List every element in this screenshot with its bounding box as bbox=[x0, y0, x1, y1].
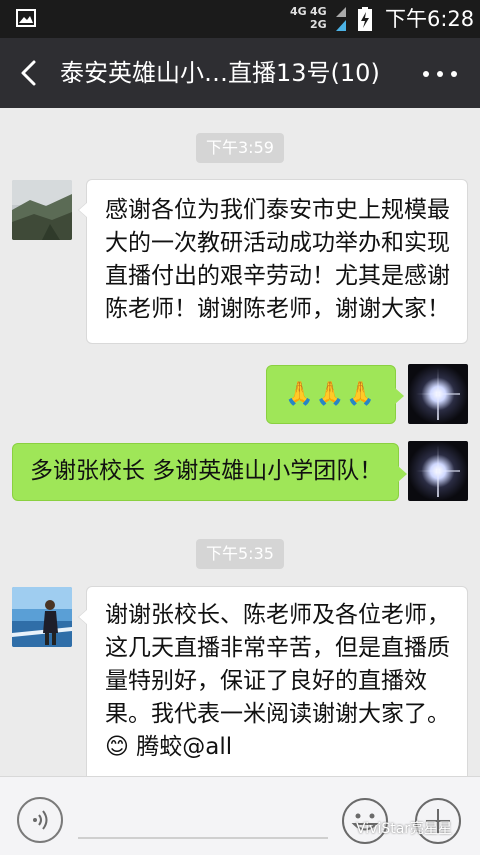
seaside-person-avatar bbox=[12, 587, 72, 647]
network-label-4g: 4G bbox=[290, 5, 307, 18]
light-burst-avatar bbox=[408, 441, 468, 501]
network-label-4g-second: 4G bbox=[310, 5, 327, 18]
avatar[interactable] bbox=[408, 441, 468, 501]
timestamp-badge: 下午5:35 bbox=[196, 539, 284, 569]
message-input[interactable] bbox=[78, 837, 328, 839]
message-text: 感谢各位为我们泰安市史上规模最 大的一次教研活动成功举办和实现 直播付出的艰辛劳… bbox=[105, 197, 450, 322]
avatar[interactable] bbox=[12, 180, 72, 240]
chat-title[interactable]: 泰安英雄山小…直播13号(10) bbox=[60, 57, 380, 89]
timestamp-text: 下午3:59 bbox=[206, 138, 274, 157]
voice-input-button[interactable] bbox=[17, 797, 63, 843]
status-bar: 4G 4G 2G 下午6:28 bbox=[0, 0, 480, 38]
more-dots-icon bbox=[423, 71, 457, 77]
avatar[interactable] bbox=[12, 587, 72, 647]
more-options-button[interactable] bbox=[418, 60, 462, 88]
sent-message-bubble[interactable]: 多谢张校长 多谢英雄山小学团队！ bbox=[12, 443, 407, 501]
timestamp-badge: 下午3:59 bbox=[196, 133, 284, 163]
chat-message-list[interactable]: 下午3:59 感谢各位为我们泰安市史上规模最 大的一次教研活动成功举办和实现 直… bbox=[0, 108, 480, 782]
network-indicator: 4G 4G 2G bbox=[290, 5, 350, 33]
voice-icon bbox=[33, 810, 48, 830]
light-burst-avatar bbox=[408, 364, 468, 424]
watermark: ViviStar亮星星 bbox=[356, 821, 453, 837]
mountain-photo-avatar bbox=[12, 180, 72, 240]
back-button[interactable] bbox=[12, 55, 48, 91]
message-text: 谢谢张校长、陈老师及各位老师， 这几天直播非常辛苦，但是直播质 量特别好，保证了… bbox=[105, 602, 450, 760]
battery-charging-icon bbox=[358, 7, 372, 31]
sent-message-bubble[interactable]: 🙏🙏🙏 bbox=[266, 365, 404, 424]
gallery-notification-icon bbox=[16, 9, 36, 27]
avatar[interactable] bbox=[408, 364, 468, 424]
received-message-bubble[interactable]: 谢谢张校长、陈老师及各位老师， 这几天直播非常辛苦，但是直播质 量特别好，保证了… bbox=[78, 586, 468, 782]
message-text: 🙏🙏🙏 bbox=[285, 381, 377, 407]
chevron-left-icon bbox=[21, 60, 36, 86]
network-label-2g: 2G bbox=[310, 18, 327, 31]
timestamp-text: 下午5:35 bbox=[206, 544, 274, 563]
chat-input-bar bbox=[0, 776, 480, 855]
signal-icon bbox=[336, 7, 346, 31]
chat-title-bar: 泰安英雄山小…直播13号(10) bbox=[0, 38, 480, 108]
received-message-bubble[interactable]: 感谢各位为我们泰安市史上规模最 大的一次教研活动成功举办和实现 直播付出的艰辛劳… bbox=[78, 179, 468, 344]
status-time: 下午6:28 bbox=[385, 7, 475, 31]
message-text: 多谢张校长 多谢英雄山小学团队！ bbox=[30, 458, 383, 484]
